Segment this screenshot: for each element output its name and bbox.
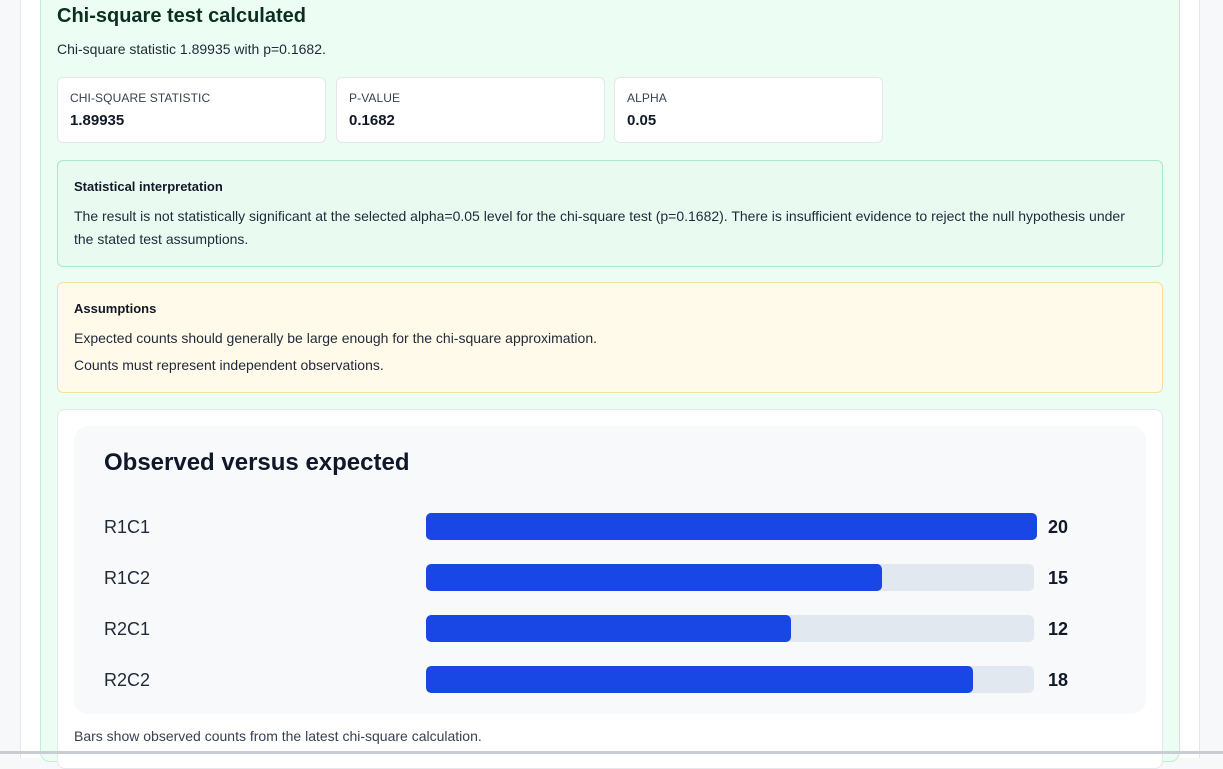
chart-card: Observed versus expected R1C1 20 R1C2 15… — [57, 409, 1163, 769]
bar-track — [426, 564, 1034, 591]
interpretation-text: The result is not statistically signific… — [74, 208, 1125, 247]
stat-card-chi-square: CHI-SQUARE STATISTIC 1.89935 — [57, 77, 326, 143]
stat-card-p-value: P-VALUE 0.1682 — [336, 77, 605, 143]
bar-track — [426, 513, 1037, 540]
interpretation-box: Statistical interpretation The result is… — [57, 160, 1163, 267]
bar-value: 18 — [1048, 670, 1069, 690]
chart-caption: Bars show observed counts from the lates… — [74, 728, 482, 744]
bar-track — [426, 615, 1034, 642]
bar-row-r1c2: R1C2 15 — [74, 564, 1146, 592]
bar-label: R2C1 — [104, 619, 151, 639]
bar-fill — [426, 564, 882, 591]
assumption-item: Counts must represent independent observ… — [74, 357, 384, 373]
stat-value: 0.1682 — [349, 112, 395, 129]
bar-value: 20 — [1048, 517, 1069, 537]
bar-label: R2C2 — [104, 670, 151, 690]
bar-fill — [426, 513, 1037, 540]
bar-value: 15 — [1048, 568, 1069, 588]
result-title: Chi-square test calculated — [57, 5, 306, 27]
assumptions-box: Assumptions Expected counts should gener… — [57, 282, 1163, 393]
bar-label: R1C1 — [104, 517, 151, 537]
stat-value: 0.05 — [627, 112, 657, 129]
bar-fill — [426, 666, 974, 693]
bar-label: R1C2 — [104, 568, 151, 588]
bar-row-r1c1: R1C1 20 — [74, 513, 1146, 541]
bar-fill — [426, 615, 791, 642]
stat-value: 1.89935 — [70, 112, 125, 129]
bar-chart: Observed versus expected R1C1 20 R1C2 15… — [74, 426, 1146, 714]
interpretation-heading: Statistical interpretation — [74, 179, 223, 194]
bar-track — [426, 666, 1034, 693]
bar-row-r2c2: R2C2 18 — [74, 666, 1146, 694]
assumption-item: Expected counts should generally be larg… — [74, 330, 597, 346]
bar-value: 12 — [1048, 619, 1069, 639]
stat-label: ALPHA — [627, 91, 667, 105]
stat-label: CHI-SQUARE STATISTIC — [70, 91, 211, 105]
assumptions-heading: Assumptions — [74, 301, 157, 316]
bar-row-r2c1: R2C1 12 — [74, 615, 1146, 643]
result-summary: Chi-square statistic 1.89935 with p=0.16… — [57, 41, 326, 57]
chart-title: Observed versus expected — [104, 449, 410, 476]
stat-card-alpha: ALPHA 0.05 — [614, 77, 883, 143]
stat-label: P-VALUE — [349, 91, 401, 105]
